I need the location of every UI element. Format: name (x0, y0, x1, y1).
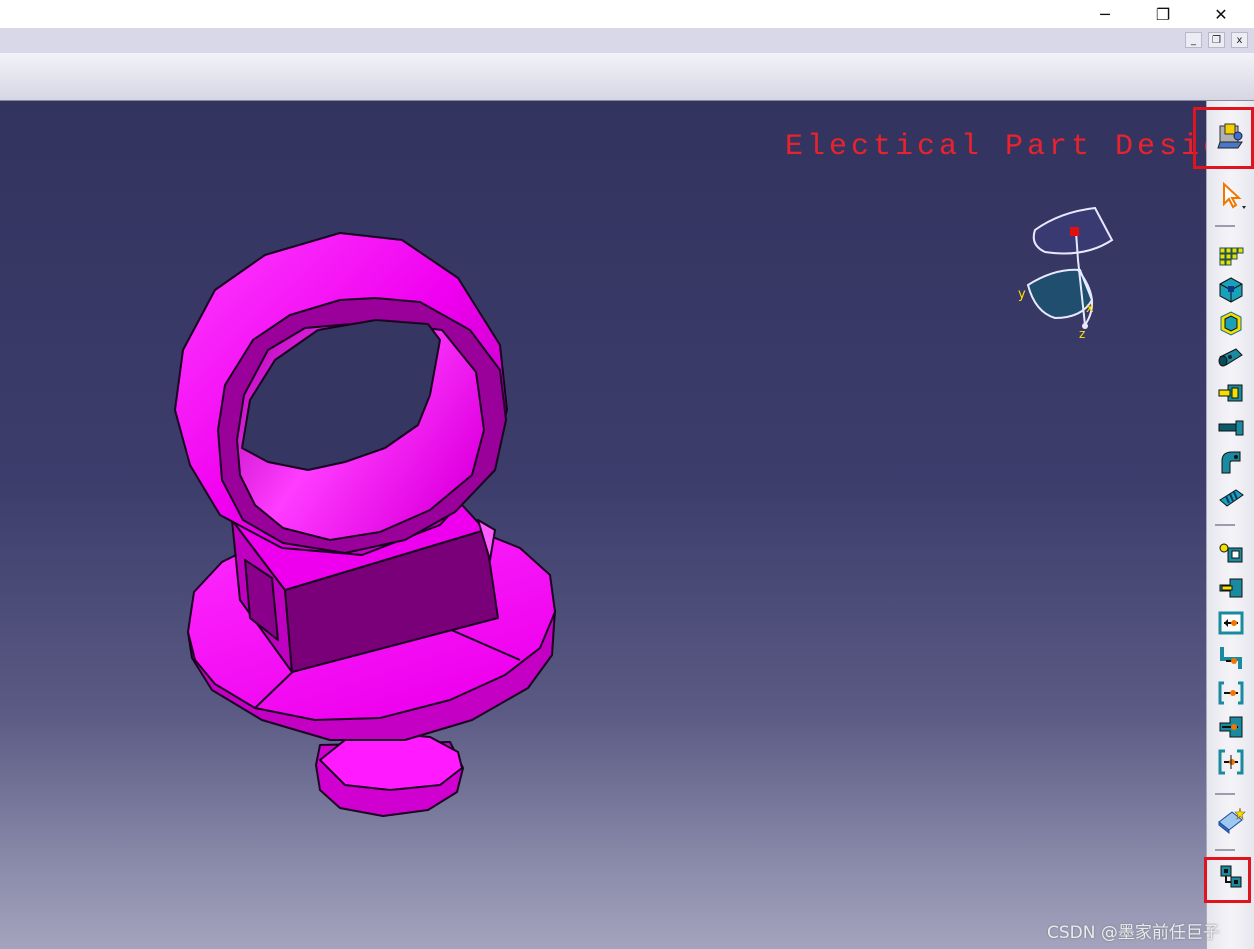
spring-device-icon[interactable] (1216, 482, 1246, 512)
menu-toolbar-band (0, 53, 1254, 102)
define-part-icon[interactable] (1216, 804, 1246, 834)
workbench-highlight-box (1193, 107, 1254, 169)
cavity-connection-point-icon[interactable] (1216, 643, 1246, 673)
window-title-bar: ─ ❐ ✕ (0, 0, 1254, 28)
add-connection-point-icon[interactable] (1216, 538, 1246, 568)
compass-handle[interactable] (1070, 227, 1079, 236)
compass-z-label: z (1079, 327, 1085, 341)
window-minimize-button[interactable]: ─ (1076, 0, 1134, 28)
3d-viewport[interactable]: y x z (0, 101, 1206, 949)
bundle-connection-point-2-icon[interactable] (1216, 678, 1246, 708)
connector-connection-point-icon[interactable] (1216, 712, 1246, 742)
watermark: CSDN @墨家前任巨子 (1047, 923, 1220, 943)
compass[interactable]: y x z (1015, 201, 1125, 341)
document-control-strip: _ ❐ x (0, 28, 1254, 53)
bundle-connection-point-icon[interactable] (1216, 608, 1246, 638)
workbench-name-label: Electical Part Design (785, 130, 1248, 164)
toolbar-separator (1215, 793, 1235, 795)
geometrical-bundle-icon[interactable] (1216, 238, 1246, 268)
electrical-part-toolbar (1206, 101, 1254, 949)
connection-point-icon[interactable] (1216, 573, 1246, 603)
compass-y-label: y (1018, 287, 1026, 302)
document-minimize-button[interactable]: _ (1185, 32, 1202, 48)
select-icon[interactable] (1216, 180, 1246, 210)
window-restore-button[interactable]: ❐ (1134, 0, 1192, 28)
toolbar-separator (1215, 225, 1235, 227)
elbow-device-icon[interactable] (1216, 447, 1246, 477)
cylinder-device-icon[interactable] (1216, 343, 1246, 373)
device-frame-icon[interactable] (1216, 308, 1246, 338)
document-close-button[interactable]: x (1231, 32, 1248, 48)
toolbar-separator (1215, 849, 1235, 851)
toolbar-separator (1215, 524, 1235, 526)
mounting-point-icon[interactable] (1216, 747, 1246, 777)
link-devices-highlight-box (1204, 857, 1251, 903)
window-close-button[interactable]: ✕ (1192, 0, 1250, 28)
device-cube-icon[interactable] (1216, 274, 1246, 304)
compass-x-label: x (1086, 301, 1094, 316)
cylinder-plug-icon[interactable] (1216, 413, 1246, 443)
document-restore-button[interactable]: ❐ (1208, 32, 1225, 48)
connector-icon[interactable] (1216, 378, 1246, 408)
